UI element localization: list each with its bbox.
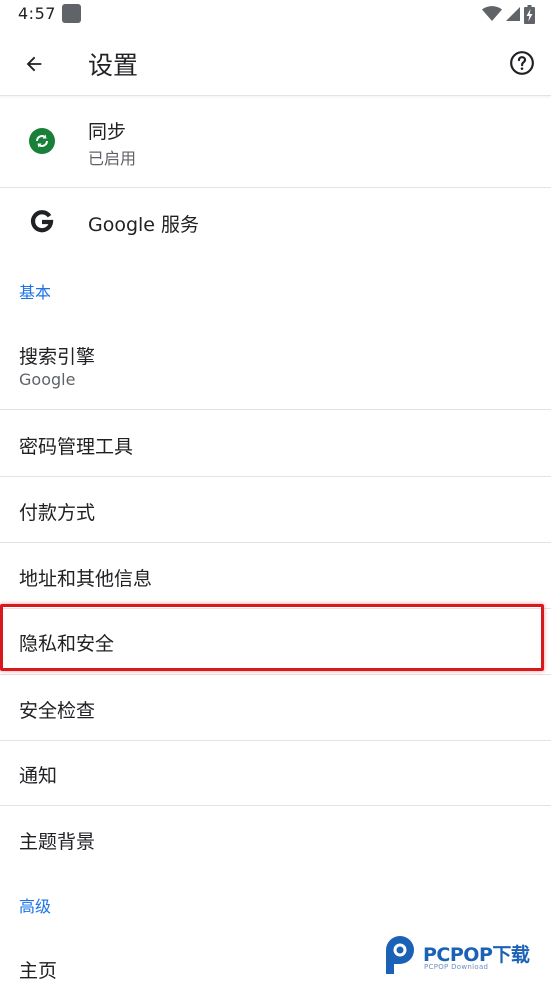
addresses-row[interactable]: 地址和其他信息 xyxy=(0,543,551,609)
payment-methods-row[interactable]: 付款方式 xyxy=(0,477,551,543)
section-header-basic: 基本 xyxy=(19,283,52,302)
google-services-title: Google 服务 xyxy=(88,214,200,236)
status-time: 4:57 xyxy=(18,4,56,23)
safety-check-title: 安全检查 xyxy=(19,700,96,722)
sync-row[interactable]: 同步 已启用 xyxy=(0,97,551,188)
app-bar: 设置 xyxy=(0,30,551,96)
privacy-security-row[interactable]: 隐私和安全 xyxy=(0,609,551,675)
search-engine-row[interactable]: 搜索引擎 Google xyxy=(0,320,551,410)
addresses-title: 地址和其他信息 xyxy=(19,568,153,590)
watermark-subtext: PCPOP Download xyxy=(424,963,489,971)
help-button[interactable] xyxy=(507,48,537,78)
status-bar: 4:57 xyxy=(0,0,551,30)
battery-charging-icon xyxy=(524,4,535,24)
google-g-icon xyxy=(30,210,54,233)
sync-status: 已启用 xyxy=(88,149,137,168)
theme-title: 主题背景 xyxy=(19,831,96,853)
arrow-left-icon xyxy=(26,56,42,72)
notifications-title: 通知 xyxy=(19,765,58,787)
help-circle-icon xyxy=(510,51,534,75)
password-manager-row[interactable]: 密码管理工具 xyxy=(0,410,551,477)
watermark: PCPOP下载 PCPOP Download xyxy=(380,932,551,980)
cell-signal-icon xyxy=(506,7,520,21)
safety-check-row[interactable]: 安全检查 xyxy=(0,675,551,741)
status-icons xyxy=(482,4,535,24)
pcpop-logo-icon xyxy=(386,936,414,974)
privacy-security-title: 隐私和安全 xyxy=(19,633,115,655)
search-engine-value: Google xyxy=(19,370,76,389)
page-title: 设置 xyxy=(88,51,139,80)
notification-square-icon xyxy=(62,4,81,23)
payment-methods-title: 付款方式 xyxy=(19,502,96,524)
search-engine-title: 搜索引擎 xyxy=(19,346,96,368)
wifi-icon xyxy=(482,6,502,21)
password-manager-title: 密码管理工具 xyxy=(19,436,134,458)
section-header-advanced: 高级 xyxy=(19,897,52,916)
notifications-row[interactable]: 通知 xyxy=(0,741,551,806)
google-services-row[interactable]: Google 服务 xyxy=(0,188,551,256)
homepage-title: 主页 xyxy=(19,960,58,982)
theme-row[interactable]: 主题背景 xyxy=(0,806,551,872)
sync-icon xyxy=(29,128,55,154)
back-button[interactable] xyxy=(18,48,50,80)
sync-title: 同步 xyxy=(88,121,127,143)
